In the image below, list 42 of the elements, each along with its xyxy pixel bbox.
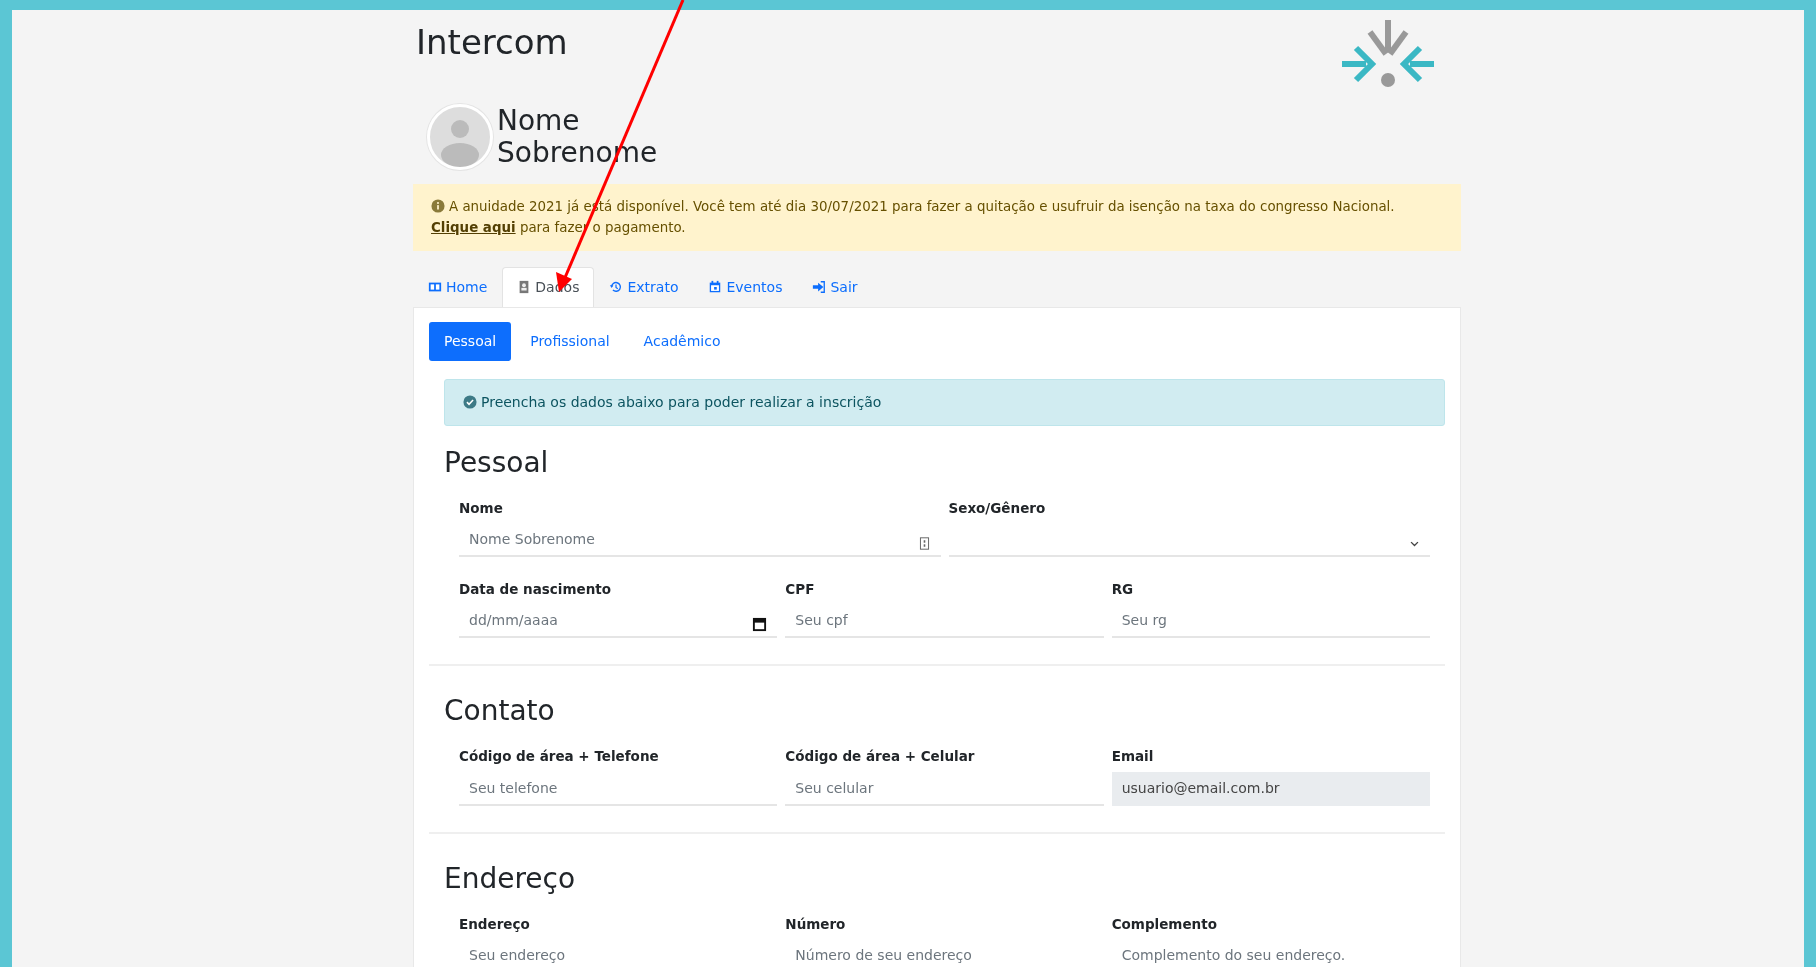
- input-field[interactable]: Número de seu endereço: [785, 938, 1104, 967]
- input-field[interactable]: Seu telefone: [459, 771, 778, 806]
- info-text: Preencha os dados abaixo para poder realizar a inscrição: [481, 392, 882, 412]
- calendar-icon: [708, 280, 723, 295]
- field-label: Nome: [459, 498, 504, 518]
- section-tab[interactable]: Profissional: [515, 321, 625, 361]
- field-label: Número: [785, 914, 847, 934]
- field-label: Código de área + Celular: [785, 747, 976, 767]
- section-tab[interactable]: Acadêmico: [628, 321, 736, 361]
- sign-out-icon: [812, 280, 827, 295]
- nav-tab[interactable]: Extrato: [594, 266, 694, 307]
- field-label: Código de área + Telefone: [459, 747, 660, 767]
- field-label: Sexo/Gênero: [948, 498, 1047, 518]
- field-label: Endereço: [459, 914, 531, 934]
- input-field[interactable]: Complemento do seu endereço.: [1111, 938, 1430, 967]
- field-label: CPF: [785, 580, 816, 600]
- check-circle-icon: [463, 395, 477, 410]
- input-field[interactable]: Seu celular: [785, 771, 1104, 806]
- field-label: Data de nascimento: [459, 580, 613, 600]
- nav-tab[interactable]: Sair: [797, 266, 873, 307]
- calendar-icon: [752, 617, 768, 633]
- avatar-icon: [427, 104, 493, 170]
- input-field[interactable]: usuario@email.com.br: [1111, 771, 1430, 806]
- nav-tab[interactable]: Eventos: [693, 266, 798, 307]
- history-icon: [609, 280, 624, 295]
- payment-link[interactable]: Clique aqui: [431, 220, 516, 236]
- date-field[interactable]: dd/mm/aaaa: [459, 604, 778, 639]
- info-icon: [431, 199, 445, 213]
- field-label: Complemento: [1111, 914, 1218, 934]
- input-field[interactable]: Seu cpf: [785, 604, 1104, 639]
- page-title: Intercom: [416, 22, 568, 63]
- input-field[interactable]: Nome Sobrenome: [459, 523, 941, 558]
- nav-tab[interactable]: Home: [413, 266, 503, 307]
- input-field[interactable]: Seu endereço: [459, 938, 778, 967]
- contact-card-icon: [917, 537, 931, 551]
- section-tab[interactable]: Pessoal: [429, 321, 512, 361]
- section-heading: Contato: [444, 693, 556, 730]
- input-field[interactable]: Seu rg: [1111, 604, 1430, 639]
- section-heading: Pessoal: [444, 444, 550, 481]
- field-label: RG: [1111, 580, 1135, 600]
- section-heading: Endereço: [444, 860, 577, 897]
- field-label: Email: [1111, 747, 1155, 767]
